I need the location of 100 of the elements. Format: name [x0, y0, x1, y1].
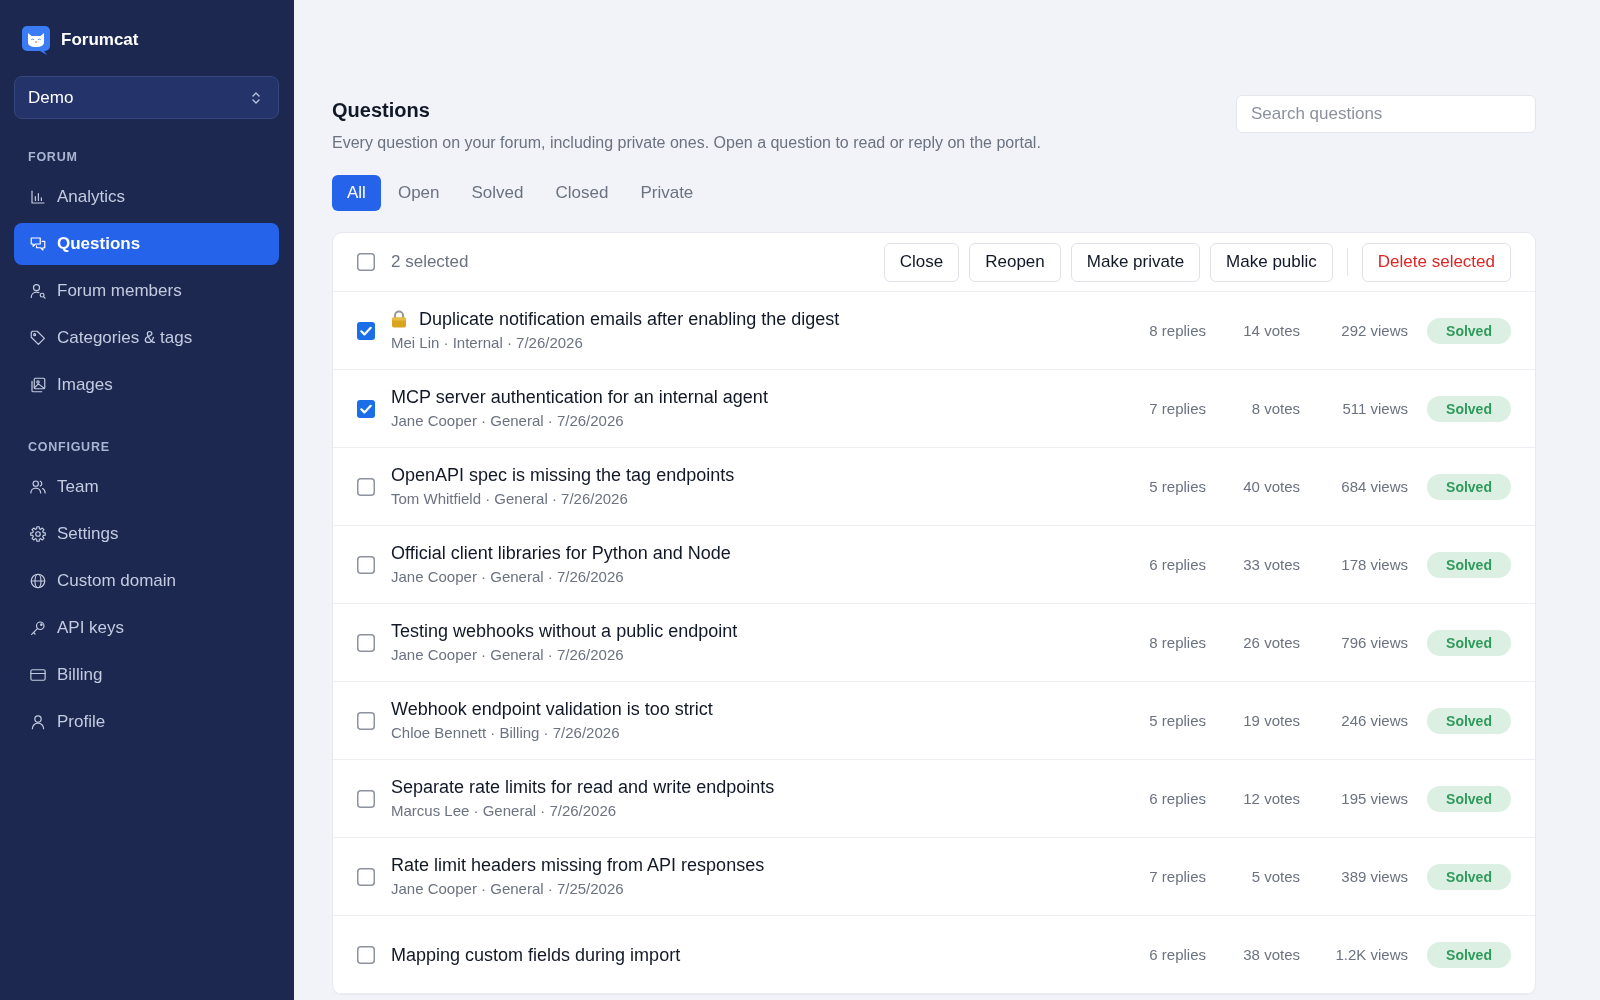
- vote-count: 26 votes: [1242, 634, 1300, 651]
- vote-count: 14 votes: [1242, 322, 1300, 339]
- status-badge: Solved: [1427, 473, 1511, 500]
- sidebar-item[interactable]: Billing: [14, 654, 279, 696]
- reply-count: 8 replies: [1148, 322, 1206, 339]
- cat-logo-icon: [21, 25, 51, 55]
- checkbox[interactable]: [357, 321, 375, 340]
- sidebar-item[interactable]: Settings: [14, 513, 279, 555]
- page-description: Every question on your forum, including private ones. Open a question to read or reply on the portal.: [332, 133, 1041, 153]
- view-count: 796 views: [1340, 634, 1408, 651]
- globe-icon: [29, 572, 47, 590]
- workspace-select[interactable]: Demo: [14, 76, 279, 119]
- view-count: 292 views: [1340, 322, 1408, 339]
- sidebar-item[interactable]: API keys: [14, 607, 279, 649]
- status-badge: Solved: [1427, 629, 1511, 656]
- vote-count: 12 votes: [1242, 790, 1300, 807]
- status-badge: Solved: [1427, 707, 1511, 734]
- status-badge: Solved: [1427, 551, 1511, 578]
- filter-tab[interactable]: All: [332, 175, 381, 211]
- action-button[interactable]: Reopen: [969, 242, 1061, 282]
- search-field[interactable]: Search questions: [1236, 95, 1536, 133]
- status-badge: Solved: [1427, 317, 1511, 344]
- question-title[interactable]: Rate limit headers missing from API responses: [391, 854, 765, 876]
- checkbox[interactable]: [357, 555, 375, 574]
- filter-tab[interactable]: Solved: [456, 175, 539, 211]
- question-meta: Tom Whitfield · General · 7/26/2026: [391, 489, 629, 509]
- sidebar-item[interactable]: Questions: [14, 223, 279, 265]
- view-count: 389 views: [1340, 868, 1408, 885]
- filter-tab[interactable]: Open: [382, 175, 455, 211]
- selection-count: 2 selected: [391, 252, 469, 272]
- question-meta: Jane Cooper · General · 7/25/2026: [391, 879, 625, 899]
- sidebar-item[interactable]: Analytics: [14, 176, 279, 218]
- checkbox[interactable]: [357, 253, 375, 271]
- sidebar-item[interactable]: Team: [14, 466, 279, 508]
- section-label: FORUM: [28, 149, 78, 165]
- question-meta: Chloe Bennett · Billing · 7/26/2026: [391, 723, 621, 743]
- action-button[interactable]: Make public: [1210, 242, 1333, 282]
- checkbox[interactable]: [357, 945, 375, 964]
- question-title[interactable]: Duplicate notification emails after enabling the digest: [419, 308, 840, 330]
- checkbox[interactable]: [357, 633, 375, 652]
- sidebar-item[interactable]: Custom domain: [14, 560, 279, 602]
- filter-tab[interactable]: Closed: [540, 175, 624, 211]
- bar-chart-icon: [29, 188, 47, 206]
- filter-tab[interactable]: Private: [625, 175, 709, 211]
- vote-count: 8 votes: [1250, 400, 1300, 417]
- sidebar-item[interactable]: Forum members: [14, 270, 279, 312]
- credit-card-icon: [29, 666, 47, 684]
- vote-count: 19 votes: [1242, 712, 1300, 729]
- checkbox[interactable]: [357, 789, 375, 808]
- reply-count: 7 replies: [1148, 400, 1206, 417]
- reply-count: 6 replies: [1148, 556, 1206, 573]
- reply-count: 8 replies: [1148, 634, 1206, 651]
- view-count: 511 views: [1341, 400, 1408, 417]
- view-count: 684 views: [1340, 478, 1408, 495]
- checkbox[interactable]: [357, 711, 375, 730]
- question-title[interactable]: OpenAPI spec is missing the tag endpoints: [391, 464, 735, 486]
- brand-name: Forumcat: [61, 30, 139, 50]
- question-title[interactable]: Official client libraries for Python and Node: [391, 542, 731, 564]
- user-icon: [29, 713, 47, 731]
- status-badge: Solved: [1427, 785, 1511, 812]
- reply-count: 6 replies: [1148, 790, 1206, 807]
- question-meta: Jane Cooper · General · 7/26/2026: [391, 567, 625, 587]
- settings-icon: [29, 525, 47, 543]
- question-title[interactable]: Mapping custom fields during import: [391, 943, 681, 966]
- sidebar-item[interactable]: Categories & tags: [14, 317, 279, 359]
- delete-button[interactable]: Delete selected: [1361, 242, 1511, 282]
- vote-count: 33 votes: [1242, 556, 1300, 573]
- key-icon: [29, 619, 47, 637]
- vote-count: 38 votes: [1242, 946, 1300, 963]
- question-meta: Jane Cooper · General · 7/26/2026: [391, 411, 625, 431]
- sidebar-item[interactable]: Images: [14, 364, 279, 406]
- checkbox[interactable]: [357, 399, 375, 418]
- question-title[interactable]: MCP server authentication for an internal agent: [391, 386, 768, 408]
- question-title[interactable]: Webhook endpoint validation is too strict: [391, 698, 713, 720]
- question-meta: Marcus Lee · General · 7/26/2026: [391, 801, 618, 821]
- user-search-icon: [29, 282, 47, 300]
- action-button[interactable]: Make private: [1070, 242, 1201, 282]
- tag-icon: [29, 329, 47, 347]
- vote-count: 5 votes: [1250, 868, 1300, 885]
- sidebar-item[interactable]: Profile: [14, 701, 279, 743]
- view-count: 195 views: [1340, 790, 1408, 807]
- view-count: 246 views: [1340, 712, 1408, 729]
- status-badge: Solved: [1427, 395, 1511, 422]
- question-meta: Jane Cooper · General · 7/26/2026: [391, 645, 625, 665]
- users-icon: [29, 478, 47, 496]
- reply-count: 5 replies: [1148, 712, 1206, 729]
- reply-count: 7 replies: [1148, 868, 1206, 885]
- checkbox[interactable]: [357, 867, 375, 886]
- question-title[interactable]: Testing webhooks without a public endpoint: [391, 620, 738, 642]
- view-count: 1.2K views: [1334, 946, 1408, 963]
- section-label: CONFIGURE: [28, 439, 110, 455]
- question-title[interactable]: Separate rate limits for read and write endpoints: [391, 776, 775, 798]
- status-badge: Solved: [1427, 941, 1511, 968]
- reply-count: 6 replies: [1148, 946, 1206, 963]
- images-icon: [29, 376, 47, 394]
- action-button[interactable]: Close: [883, 242, 960, 282]
- reply-count: 5 replies: [1148, 478, 1206, 495]
- checkbox[interactable]: [357, 477, 375, 496]
- vote-count: 40 votes: [1242, 478, 1300, 495]
- page-title: Questions: [332, 98, 431, 123]
